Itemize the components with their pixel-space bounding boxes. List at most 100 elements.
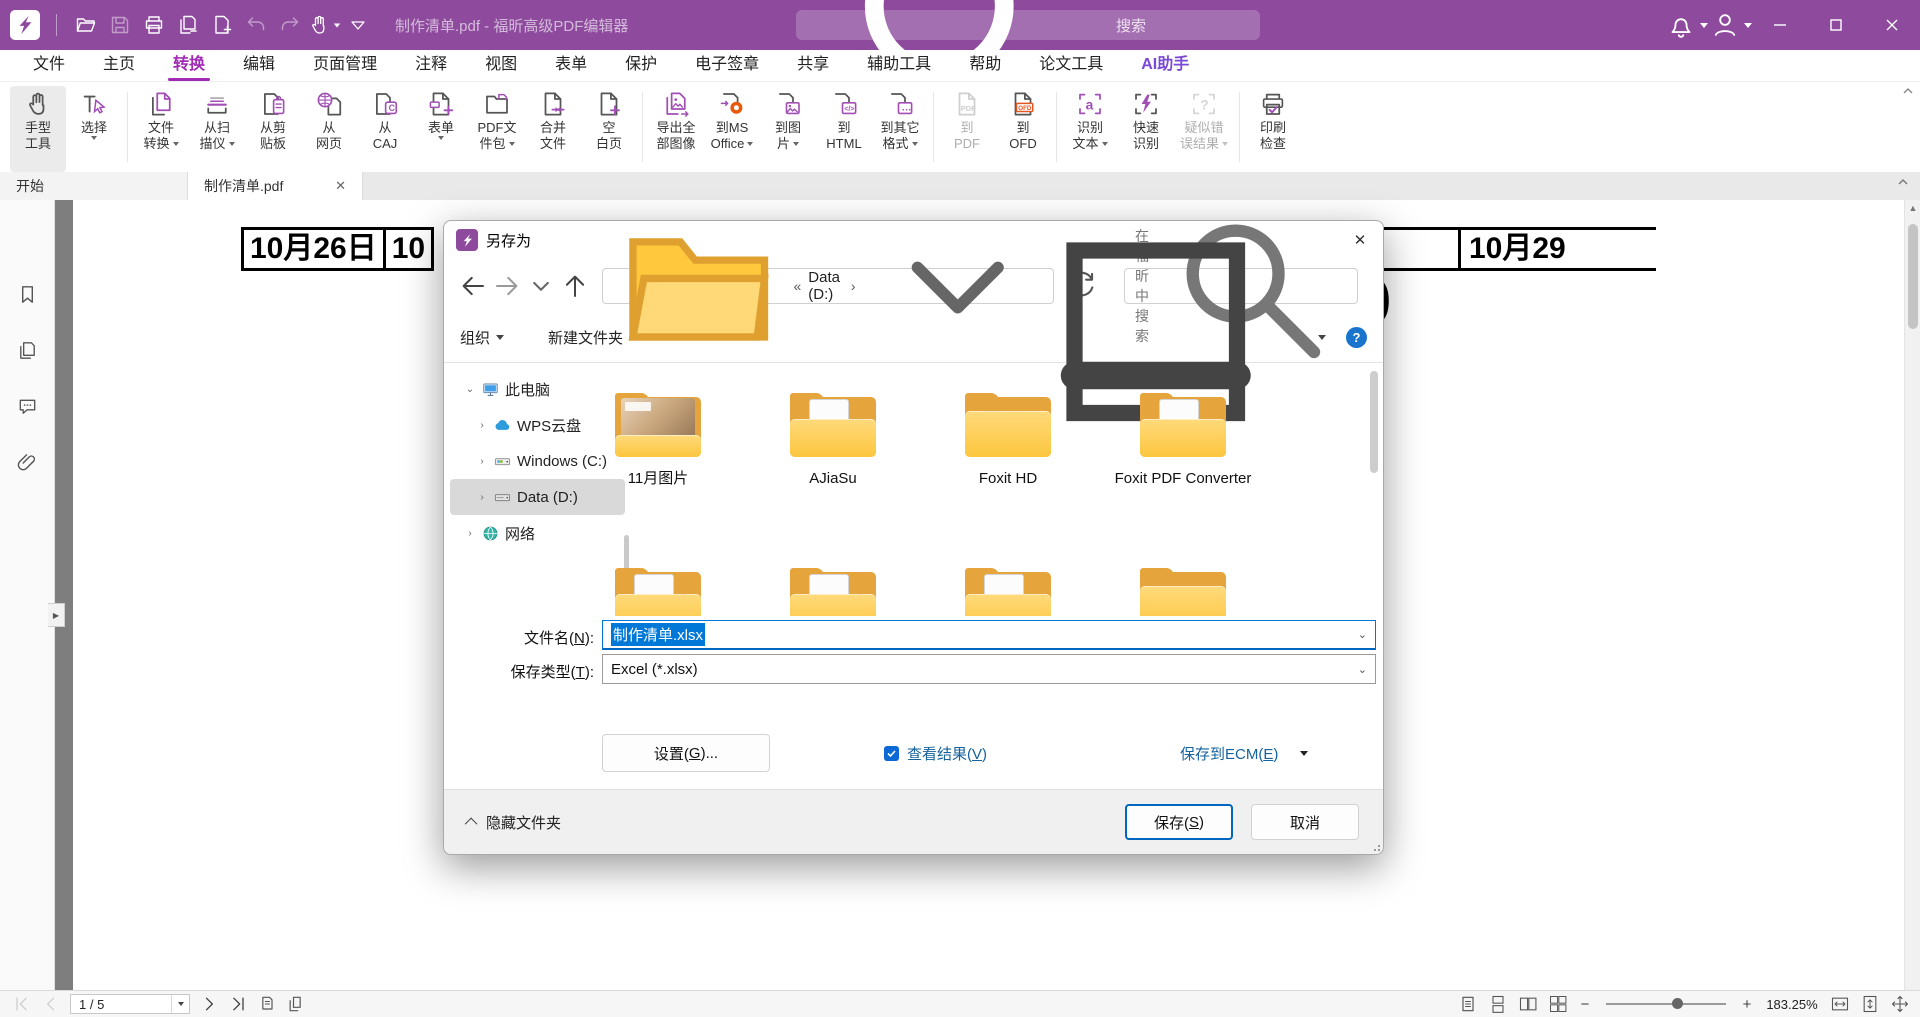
zoom-slider-knob[interactable] (1672, 998, 1683, 1009)
cancel-button[interactable]: 取消 (1251, 804, 1359, 840)
ribbon-tool-select[interactable]: 选择 (66, 86, 122, 172)
print-button[interactable] (137, 8, 171, 42)
ribbon-tool-hand[interactable]: 手型工具 (10, 86, 66, 172)
global-search-input[interactable]: 搜索 (796, 10, 1260, 40)
settings-button[interactable]: 设置(G)... (602, 734, 770, 772)
ribbon-tool-topic[interactable]: 到图片 (760, 86, 816, 172)
facing-view-button[interactable] (1518, 994, 1538, 1014)
notifications-button[interactable] (1664, 8, 1698, 42)
zoom-slider[interactable] (1606, 1003, 1726, 1005)
ribbon-tool-convert[interactable]: 文件转换 (133, 86, 189, 172)
grid-scrollbar-thumb[interactable] (1370, 371, 1378, 473)
menu-表单[interactable]: 表单 (536, 50, 606, 82)
tree-chevron-icon[interactable]: › (476, 455, 488, 467)
clipboard-page-icon[interactable] (286, 994, 306, 1014)
scroll-up-icon[interactable]: ▲ (1905, 200, 1920, 216)
help-button[interactable]: ? (1346, 327, 1367, 348)
filetype-dropdown-icon[interactable]: ⌄ (1358, 663, 1367, 676)
zoom-out-button[interactable]: − (1578, 996, 1592, 1013)
zoom-level[interactable]: 183.25% (1764, 997, 1820, 1012)
filename-input[interactable]: 制作清单.xlsx ⌄ (602, 620, 1376, 650)
folder-item[interactable]: Foxit PDF Converter (1103, 393, 1263, 488)
save-button[interactable]: 保存(S) (1125, 804, 1233, 840)
ribbon-tool-topdf[interactable]: PDF到PDF (939, 86, 995, 172)
ribbon-tool-caj[interactable]: C从CAJ (357, 86, 413, 172)
folder-item[interactable]: Foxit HD (928, 393, 1088, 488)
continuous-view-button[interactable] (1488, 994, 1508, 1014)
folder-item[interactable]: 11月图片 (578, 393, 738, 488)
account-button[interactable] (1708, 8, 1742, 42)
ribbon-tool-blank[interactable]: 空白页 (581, 86, 637, 172)
filename-dropdown-icon[interactable]: ⌄ (1358, 628, 1367, 641)
page-dropdown-icon[interactable] (171, 995, 189, 1013)
ribbon-tool-exportimg[interactable]: 导出全部图像 (648, 86, 704, 172)
hand-tool-button[interactable] (307, 8, 341, 42)
panel-pages-button[interactable] (0, 326, 55, 374)
tree-chevron-icon[interactable]: › (464, 527, 476, 539)
menu-论文工具[interactable]: 论文工具 (1020, 50, 1122, 82)
copy-page-button[interactable] (171, 8, 205, 42)
forward-button[interactable] (492, 271, 522, 301)
tree-chevron-icon[interactable]: ⌄ (464, 383, 476, 395)
ribbon-scroll-up-icon[interactable] (1902, 86, 1914, 96)
view-results-checkbox[interactable]: 查看结果(V) (884, 743, 987, 764)
menu-辅助工具[interactable]: 辅助工具 (848, 50, 950, 82)
redo-button[interactable] (273, 8, 307, 42)
open-folder-button[interactable] (69, 8, 103, 42)
panel-expand-button[interactable]: ▶ (48, 603, 65, 627)
breadcrumb-chevron[interactable]: › (851, 278, 856, 294)
back-button[interactable] (458, 271, 488, 301)
ribbon-tool-toother[interactable]: …到其它格式 (872, 86, 928, 172)
last-page-button[interactable] (228, 994, 248, 1014)
ribbon-tool-ocrq[interactable]: ?疑似错误结果 (1174, 86, 1234, 172)
ribbon-tool-printcheck[interactable]: 印刷检查 (1245, 86, 1301, 172)
address-bar[interactable]: « Data (D:) › (602, 268, 1054, 304)
ribbon-tool-clipboard[interactable]: 从剪贴板 (245, 86, 301, 172)
ribbon-tool-web[interactable]: 从网页 (301, 86, 357, 172)
up-button[interactable] (560, 271, 590, 301)
menu-转换[interactable]: 转换 (154, 50, 224, 82)
menu-视图[interactable]: 视图 (466, 50, 536, 82)
collapse-ribbon-icon[interactable] (1896, 176, 1910, 188)
menu-注释[interactable]: 注释 (396, 50, 466, 82)
panel-bookmarks-button[interactable] (0, 270, 55, 318)
fit-width-button[interactable] (1830, 994, 1850, 1014)
menu-编辑[interactable]: 编辑 (224, 50, 294, 82)
add-page-button[interactable] (205, 8, 239, 42)
maximize-button[interactable] (1808, 0, 1864, 50)
breadcrumb-prefix[interactable]: « (793, 278, 801, 294)
single-page-view-button[interactable] (1458, 994, 1478, 1014)
ribbon-tool-merge[interactable]: 合并文件 (525, 86, 581, 172)
save-to-ecm-button[interactable]: 保存到ECM(E) (1180, 743, 1308, 764)
panel-comments-button[interactable] (0, 382, 55, 430)
menu-帮助[interactable]: 帮助 (950, 50, 1020, 82)
recent-locations-chevron-icon[interactable] (526, 271, 556, 301)
zoom-in-button[interactable]: + (1740, 996, 1754, 1013)
folder-item-partial[interactable] (928, 568, 1088, 616)
menu-电子签章[interactable]: 电子签章 (676, 50, 778, 82)
page-number-input[interactable]: 1 / 5 (70, 994, 190, 1014)
filetype-select[interactable]: Excel (*.xlsx) ⌄ (602, 654, 1376, 684)
menu-文件[interactable]: 文件 (14, 50, 84, 82)
toolbar-options-button[interactable] (341, 8, 375, 42)
ribbon-tool-tohtml[interactable]: </>到HTML (816, 86, 872, 172)
hide-folders-button[interactable]: 隐藏文件夹 (468, 812, 561, 833)
close-button[interactable] (1864, 0, 1920, 50)
organize-button[interactable]: 组织 (460, 327, 504, 348)
fit-page-button[interactable] (1860, 994, 1880, 1014)
folder-item-partial[interactable] (1103, 568, 1263, 616)
panel-attachments-button[interactable] (0, 438, 55, 486)
minimize-button[interactable] (1752, 0, 1808, 50)
new-folder-button[interactable]: 新建文件夹 (548, 327, 623, 348)
ribbon-tool-package[interactable]: PDF文件包 (469, 86, 525, 172)
ribbon-tool-ocrfast[interactable]: 快速识别 (1118, 86, 1174, 172)
breadcrumb-location[interactable]: Data (D:) (808, 269, 844, 303)
first-page-button[interactable] (12, 994, 32, 1014)
checkbox-checked-icon[interactable] (884, 746, 899, 761)
folder-item-partial[interactable] (753, 568, 913, 616)
save-button[interactable] (103, 8, 137, 42)
tab-close-icon[interactable]: ✕ (335, 178, 346, 194)
tree-item-网络[interactable]: ›网络 (450, 515, 625, 551)
tree-chevron-icon[interactable]: › (476, 419, 488, 431)
ribbon-tool-toofd[interactable]: OFD到OFD (995, 86, 1051, 172)
